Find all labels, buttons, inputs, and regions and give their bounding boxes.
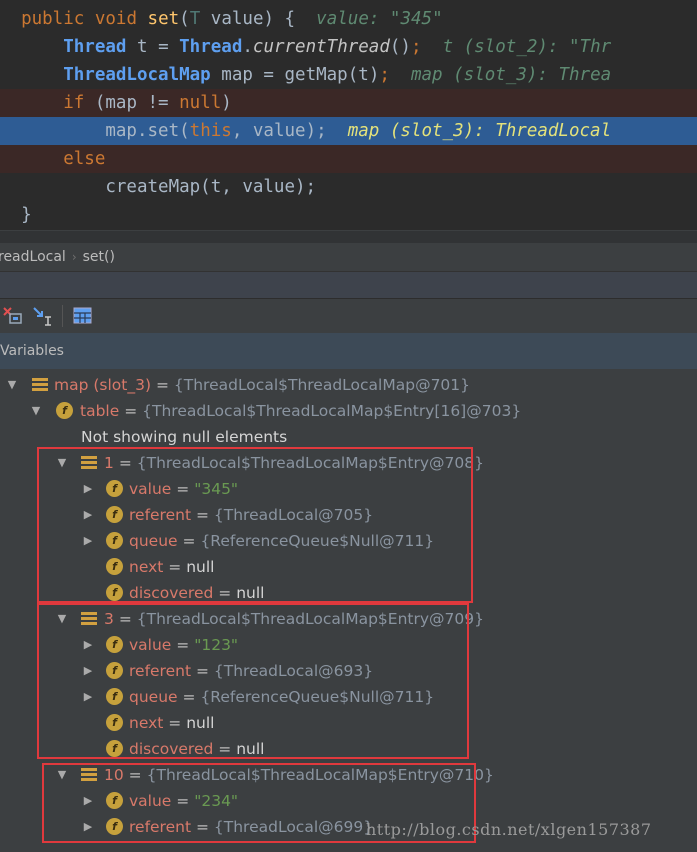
panel-title: Variables bbox=[0, 343, 64, 359]
argument: t bbox=[358, 65, 369, 85]
keyword: void bbox=[94, 9, 137, 29]
breadcrumb: readLocal › set() bbox=[0, 243, 697, 272]
highlight-box-entry-3 bbox=[37, 603, 469, 759]
variable-name: t bbox=[136, 37, 148, 57]
code-editor[interactable]: public void set(T value) { value: "345" … bbox=[0, 0, 697, 234]
inline-value-hint: t (slot_2): "Thr bbox=[442, 37, 612, 57]
debugger-toolbar bbox=[0, 298, 697, 334]
method-call: getMap bbox=[284, 65, 348, 85]
keyword: this bbox=[189, 121, 232, 141]
watermark: http://blog.csdn.net/xlgen157387 bbox=[366, 820, 652, 839]
frames-area bbox=[0, 272, 697, 298]
class-name: Thread bbox=[63, 37, 127, 57]
keyword: if bbox=[63, 93, 85, 113]
keyword: else bbox=[63, 149, 106, 169]
breadcrumb-method[interactable]: set() bbox=[83, 249, 115, 265]
expand-arrow-icon[interactable]: ▼ bbox=[6, 372, 18, 398]
code-line-3[interactable]: ThreadLocalMap map = getMap(t); map (slo… bbox=[0, 61, 697, 89]
mute-breakpoints-icon[interactable] bbox=[2, 305, 24, 327]
condition: (map != bbox=[94, 93, 180, 113]
class-name: ThreadLocalMap bbox=[63, 65, 211, 85]
chevron-right-icon: › bbox=[71, 250, 77, 264]
variables-panel-header: Variables bbox=[0, 333, 697, 369]
null-literal: null bbox=[179, 93, 222, 113]
array-icon bbox=[32, 378, 48, 392]
code-line-4[interactable]: if (map != null) bbox=[0, 89, 697, 117]
type-param: T bbox=[189, 9, 201, 29]
closing-brace: } bbox=[21, 205, 32, 225]
code-line-7[interactable]: createMap(t, value); bbox=[0, 173, 697, 201]
editor-scroll-strip bbox=[0, 230, 697, 243]
code-line-8[interactable]: } bbox=[0, 201, 697, 229]
code-line-5-current[interactable]: map.set(this, value); map (slot_3): Thre… bbox=[0, 117, 697, 145]
tree-row-table[interactable]: ▼ f table = {ThreadLocal$ThreadLocalMap$… bbox=[0, 398, 697, 424]
tree-row-map[interactable]: ▼ map (slot_3) = {ThreadLocal$ThreadLoca… bbox=[0, 372, 697, 398]
code-line-1[interactable]: public void set(T value) { value: "345" bbox=[0, 5, 697, 33]
method-name: set bbox=[147, 9, 180, 29]
static-call: currentThread bbox=[252, 37, 390, 57]
expand-arrow-icon[interactable]: ▼ bbox=[30, 398, 42, 424]
evaluate-expression-icon[interactable] bbox=[32, 305, 54, 327]
toolbar-divider bbox=[62, 305, 63, 327]
method-call: map.set( bbox=[105, 121, 190, 141]
param-name: value bbox=[210, 9, 264, 29]
inline-value-hint: map (slot_3): Threa bbox=[410, 65, 612, 85]
inline-value-hint: map (slot_3): ThreadLocal bbox=[347, 121, 612, 141]
code-line-2[interactable]: Thread t = Thread.currentThread(); t (sl… bbox=[0, 33, 697, 61]
method-call: createMap(t, value); bbox=[105, 177, 317, 197]
class-name: Thread bbox=[179, 37, 243, 57]
calculator-icon[interactable] bbox=[72, 305, 94, 327]
code-line-6[interactable]: else bbox=[0, 145, 697, 173]
field-icon: f bbox=[56, 402, 73, 419]
variable-name: map bbox=[221, 65, 253, 85]
breadcrumb-class[interactable]: readLocal bbox=[0, 249, 66, 265]
keyword: public bbox=[21, 9, 85, 29]
inline-value-hint: value: "345" bbox=[316, 9, 443, 29]
highlight-box-entry-1 bbox=[37, 447, 473, 603]
